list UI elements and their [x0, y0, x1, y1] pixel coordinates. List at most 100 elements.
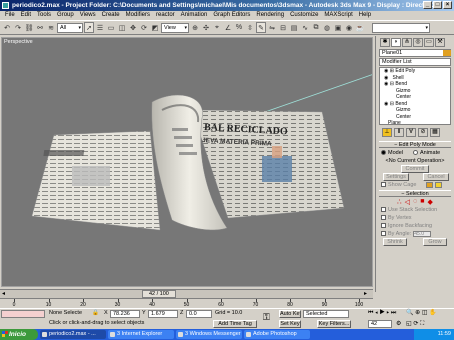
- track-bar[interactable]: 0 10 20 30 40 50 60 70 80 90 100: [0, 298, 373, 308]
- bind-space-warp-icon[interactable]: ≋: [46, 22, 56, 33]
- modify-tab-icon[interactable]: ◗: [391, 38, 401, 47]
- menu-views[interactable]: Views: [77, 11, 99, 20]
- commit-button[interactable]: Commit: [401, 164, 429, 173]
- menu-edit[interactable]: Edit: [18, 11, 34, 20]
- schematic-view-icon[interactable]: ⧉: [311, 22, 321, 33]
- app-icon[interactable]: [2, 2, 9, 9]
- named-selection-icon[interactable]: ✎: [256, 22, 266, 33]
- use-stack-selection-checkbox[interactable]: [381, 207, 386, 212]
- select-rotate-icon[interactable]: ⟳: [139, 22, 149, 33]
- create-tab-icon[interactable]: ✱: [380, 38, 390, 47]
- material-editor-icon[interactable]: ◍: [322, 22, 332, 33]
- menu-tools[interactable]: Tools: [34, 11, 54, 20]
- menu-animation[interactable]: Animation: [178, 11, 211, 20]
- menu-graph-editors[interactable]: Graph Editors: [210, 11, 253, 20]
- render-setup-icon[interactable]: ▣: [333, 22, 343, 33]
- angle-snap-icon[interactable]: ∠: [223, 22, 233, 33]
- z-coord-field[interactable]: 0.0: [186, 310, 212, 318]
- taskbar-task[interactable]: 3 Windows Messenger: [176, 330, 242, 339]
- make-unique-icon[interactable]: ∀: [406, 128, 416, 137]
- quick-render-icon[interactable]: ☕: [355, 22, 365, 33]
- reference-coord-dropdown[interactable]: View: [161, 22, 189, 33]
- by-vertex-checkbox[interactable]: [381, 215, 386, 220]
- taskbar-task[interactable]: Adobe Photoshop: [244, 330, 310, 339]
- spinner-snap-icon[interactable]: ⇳: [245, 22, 255, 33]
- perspective-viewport[interactable]: Perspective BAL RECICLADO JEVA MATERIA P…: [1, 37, 373, 287]
- border-icon[interactable]: ◌: [413, 198, 417, 205]
- mirror-icon[interactable]: ⇋: [267, 22, 277, 33]
- start-button[interactable]: Inicio: [0, 329, 38, 340]
- hierarchy-tab-icon[interactable]: ⋔: [402, 38, 412, 47]
- edge-icon[interactable]: ◁: [405, 198, 410, 206]
- model-radio[interactable]: [381, 150, 386, 155]
- close-button[interactable]: ×: [443, 1, 452, 9]
- ignore-backfacing-checkbox[interactable]: [381, 223, 386, 228]
- viewport-nav-icons-2[interactable]: ◱ ⟳ ⛶: [406, 320, 424, 328]
- viewport-label[interactable]: Perspective: [4, 39, 33, 45]
- display-tab-icon[interactable]: ▭: [424, 38, 434, 47]
- named-selection-sets-dropdown[interactable]: [372, 22, 430, 33]
- time-slider-thumb[interactable]: 42 / 100: [141, 290, 176, 298]
- time-slider-next-icon[interactable]: ▸: [364, 290, 367, 297]
- select-move-icon[interactable]: ✥: [128, 22, 138, 33]
- redo-icon[interactable]: ↷: [13, 22, 23, 33]
- menu-reactor[interactable]: reactor: [153, 11, 178, 20]
- minimize-button[interactable]: _: [423, 1, 432, 9]
- edit-poly-mode-rollout-header[interactable]: − Edit Poly Mode: [379, 141, 451, 148]
- pivot-center-icon[interactable]: ⊕: [190, 22, 200, 33]
- menu-create[interactable]: Create: [99, 11, 123, 20]
- cancel-button[interactable]: Cancel: [423, 172, 449, 181]
- rectangular-selection-icon[interactable]: ▭: [106, 22, 116, 33]
- show-end-result-icon[interactable]: Ⅱ: [394, 128, 404, 137]
- menu-file[interactable]: File: [2, 11, 18, 20]
- object-name-field[interactable]: Plane01: [379, 49, 451, 57]
- x-coord-field[interactable]: 78.236: [110, 310, 140, 318]
- layer-manager-icon[interactable]: ▤: [289, 22, 299, 33]
- settings-button[interactable]: Settings: [383, 172, 409, 181]
- menu-group[interactable]: Group: [54, 11, 77, 20]
- select-object-icon[interactable]: ➚: [84, 22, 94, 33]
- undo-icon[interactable]: ↶: [2, 22, 12, 33]
- configure-modifier-sets-icon[interactable]: ▦: [430, 128, 440, 137]
- show-cage-checkbox[interactable]: [381, 182, 386, 187]
- select-scale-icon[interactable]: ◩: [150, 22, 160, 33]
- unlink-icon[interactable]: ⚯: [35, 22, 45, 33]
- percent-snap-icon[interactable]: %: [234, 22, 244, 33]
- y-coord-field[interactable]: 1.679: [148, 310, 178, 318]
- menu-maxscript[interactable]: MAXScript: [321, 11, 355, 20]
- by-angle-checkbox[interactable]: [381, 231, 386, 236]
- maxscript-listener-mini[interactable]: [1, 310, 45, 318]
- menu-rendering[interactable]: Rendering: [253, 11, 287, 20]
- set-key-button[interactable]: Set Key: [279, 320, 301, 328]
- motion-tab-icon[interactable]: ◎: [413, 38, 423, 47]
- taskbar-task[interactable]: periodico2.max - ...: [40, 330, 106, 339]
- key-mode-dropdown[interactable]: Selected: [303, 310, 349, 318]
- link-icon[interactable]: ⛓: [24, 22, 34, 33]
- curve-editor-icon[interactable]: ∿: [300, 22, 310, 33]
- snap-toggle-icon[interactable]: ⌖: [212, 22, 222, 33]
- vertex-icon[interactable]: ∴: [397, 198, 401, 206]
- polygon-icon[interactable]: ■: [420, 198, 424, 205]
- key-filters-button[interactable]: Key Filters...: [317, 320, 351, 328]
- menu-customize[interactable]: Customize: [287, 11, 321, 20]
- remove-modifier-icon[interactable]: ⊘: [418, 128, 428, 137]
- add-time-tag-button[interactable]: Add Time Tag: [213, 320, 257, 328]
- menu-help[interactable]: Help: [356, 11, 374, 20]
- modifier-list-dropdown[interactable]: Modifier List: [379, 58, 451, 66]
- manipulate-icon[interactable]: ✣: [201, 22, 211, 33]
- viewport-nav-icons[interactable]: 🔍 ⊕ ◫ ✋: [406, 309, 437, 317]
- lock-selection-icon[interactable]: 🔒: [92, 309, 99, 317]
- selection-rollout-header[interactable]: − Selection: [379, 190, 451, 197]
- maximize-button[interactable]: □: [433, 1, 442, 9]
- utilities-tab-icon[interactable]: ⚒: [435, 38, 445, 47]
- time-slider-track[interactable]: ◂ 42 / 100 ▸: [0, 289, 373, 298]
- object-color-swatch[interactable]: [443, 50, 451, 56]
- selection-filter-dropdown[interactable]: All: [57, 22, 83, 33]
- cage-color-swatch[interactable]: [426, 181, 434, 188]
- select-by-name-icon[interactable]: ☰: [95, 22, 105, 33]
- stack-item[interactable]: Plane: [380, 120, 450, 127]
- menu-modifiers[interactable]: Modifiers: [123, 11, 153, 20]
- time-slider-prev-icon[interactable]: ◂: [2, 290, 5, 297]
- cage-selected-color-swatch[interactable]: [435, 181, 443, 188]
- by-angle-spinner[interactable]: 45.0: [413, 230, 432, 237]
